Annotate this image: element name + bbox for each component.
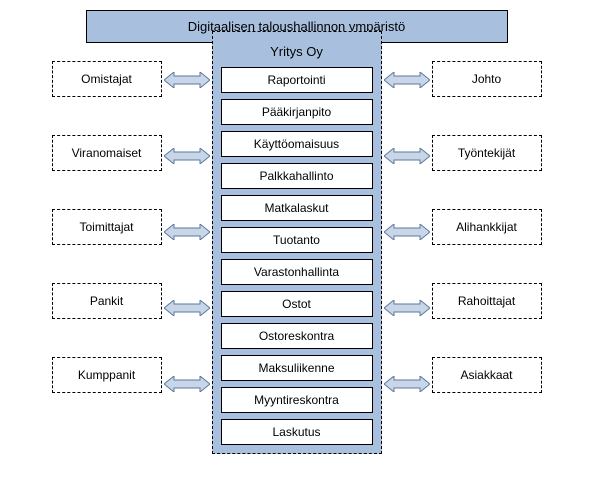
entity-johto: Johto bbox=[432, 61, 542, 97]
module-paakirjanpito: Pääkirjanpito bbox=[221, 99, 373, 125]
module-laskutus: Laskutus bbox=[221, 419, 373, 445]
module-raportointi: Raportointi bbox=[221, 67, 373, 93]
double-arrow-icon bbox=[384, 72, 430, 88]
arrow-right-1 bbox=[382, 137, 432, 175]
entity-viranomaiset: Viranomaiset bbox=[52, 135, 162, 171]
arrow-left-0 bbox=[162, 61, 212, 99]
entity-pankit: Pankit bbox=[52, 283, 162, 319]
entity-omistajat: Omistajat bbox=[52, 61, 162, 97]
arrow-right-2 bbox=[382, 213, 432, 251]
double-arrow-icon bbox=[164, 148, 210, 164]
arrow-left-3 bbox=[162, 289, 212, 327]
module-ostoreskontra: Ostoreskontra bbox=[221, 323, 373, 349]
double-arrow-icon bbox=[164, 376, 210, 392]
arrow-left-4 bbox=[162, 365, 212, 403]
module-maksuliikenne: Maksuliikenne bbox=[221, 355, 373, 381]
entity-rahoittajat: Rahoittajat bbox=[432, 283, 542, 319]
right-column: Johto Työntekijät Alihankkijat Rahoittaj… bbox=[432, 61, 542, 393]
left-arrows bbox=[162, 61, 212, 403]
double-arrow-icon bbox=[384, 300, 430, 316]
entity-asiakkaat: Asiakkaat bbox=[432, 357, 542, 393]
right-arrows bbox=[382, 61, 432, 403]
arrow-right-0 bbox=[382, 61, 432, 99]
double-arrow-icon bbox=[384, 148, 430, 164]
arrow-left-2 bbox=[162, 213, 212, 251]
entity-toimittajat: Toimittajat bbox=[52, 209, 162, 245]
arrow-left-1 bbox=[162, 137, 212, 175]
double-arrow-icon bbox=[384, 376, 430, 392]
module-varastonhallinta: Varastonhallinta bbox=[221, 259, 373, 285]
module-palkkahallinto: Palkkahallinto bbox=[221, 163, 373, 189]
double-arrow-icon bbox=[164, 224, 210, 240]
center-title: Yritys Oy bbox=[221, 40, 373, 67]
entity-alihankkijat: Alihankkijat bbox=[432, 209, 542, 245]
module-ostot: Ostot bbox=[221, 291, 373, 317]
entity-kumppanit: Kumppanit bbox=[52, 357, 162, 393]
double-arrow-icon bbox=[164, 72, 210, 88]
module-tuotanto: Tuotanto bbox=[221, 227, 373, 253]
module-myyntireskontra: Myyntireskontra bbox=[221, 387, 373, 413]
module-matkalaskut: Matkalaskut bbox=[221, 195, 373, 221]
arrow-right-4 bbox=[382, 365, 432, 403]
arrow-right-3 bbox=[382, 289, 432, 327]
module-kayttoomaisuus: Käyttöomaisuus bbox=[221, 131, 373, 157]
diagram-main: Omistajat Viranomaiset Toimittajat Panki… bbox=[10, 61, 583, 454]
entity-tyontekijat: Työntekijät bbox=[432, 135, 542, 171]
center-entity: Yritys Oy Raportointi Pääkirjanpito Käyt… bbox=[212, 31, 382, 454]
double-arrow-icon bbox=[164, 300, 210, 316]
left-column: Omistajat Viranomaiset Toimittajat Panki… bbox=[52, 61, 162, 393]
double-arrow-icon bbox=[384, 224, 430, 240]
